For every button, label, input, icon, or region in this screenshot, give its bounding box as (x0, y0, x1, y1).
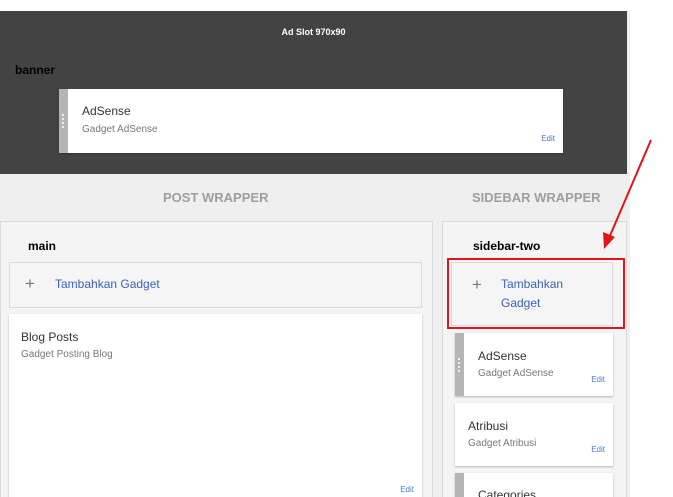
arrow-head (603, 232, 615, 249)
arrow-shaft (608, 139, 652, 239)
annotation-arrow-icon (603, 139, 652, 249)
